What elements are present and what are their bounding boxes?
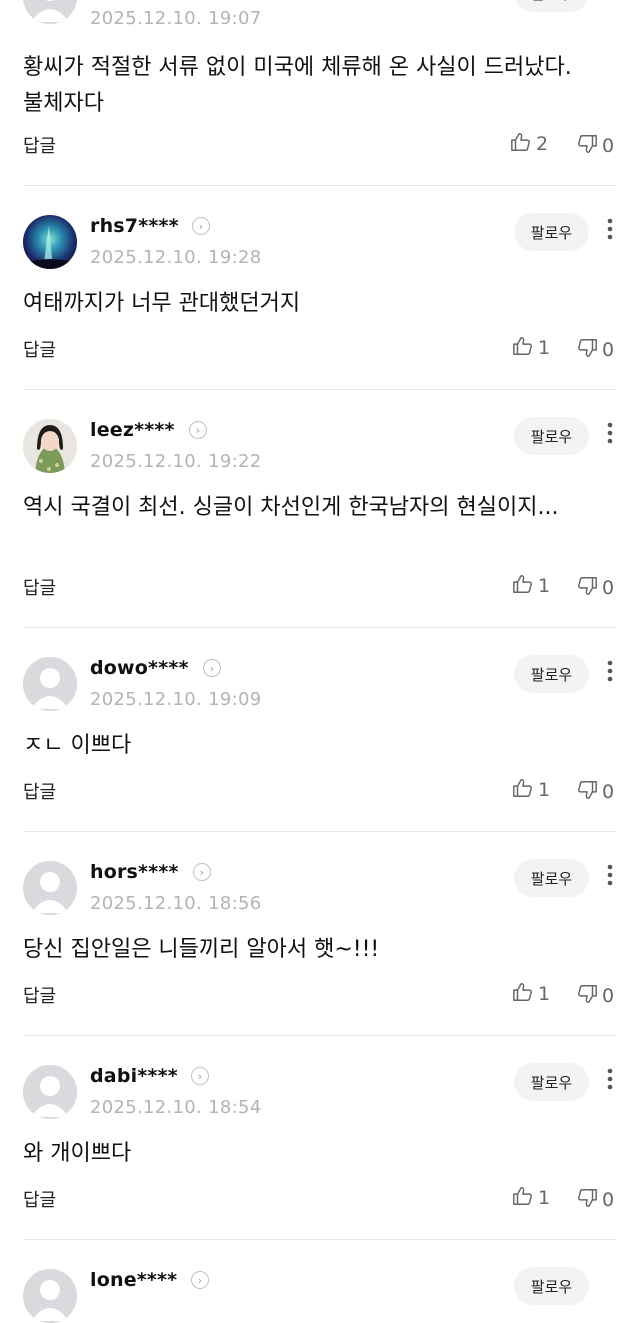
default-avatar[interactable] <box>23 657 77 711</box>
thumbs-down-icon <box>576 337 598 363</box>
follow-button[interactable]: 팔로우 <box>514 213 589 251</box>
comment-timestamp: 2025.12.10. 19:07 <box>90 8 262 29</box>
dislike-count: 0 <box>602 985 615 1007</box>
like-count: 1 <box>538 575 551 597</box>
comment-timestamp: 2025.12.10. 18:54 <box>90 1097 262 1118</box>
more-options-icon[interactable] <box>598 863 622 893</box>
comment-text: 와 개이쁘다 <box>23 1141 132 1166</box>
profile-arrow-icon[interactable]: › <box>191 1067 209 1085</box>
thumbs-down-icon <box>576 1187 598 1213</box>
comment-username[interactable]: lone**** <box>90 1269 177 1291</box>
dislike-count: 0 <box>602 781 615 803</box>
like-button[interactable]: 2 <box>510 131 548 157</box>
like-button[interactable]: 1 <box>512 1185 550 1211</box>
dislike-button[interactable]: 0 <box>576 133 614 159</box>
more-options-icon[interactable] <box>598 1067 622 1097</box>
comment-divider <box>23 1239 617 1240</box>
thumbs-down-icon <box>576 575 598 601</box>
profile-arrow-icon[interactable]: › <box>189 421 207 439</box>
comment-username[interactable]: hors**** <box>90 861 179 883</box>
dislike-button[interactable]: 0 <box>576 337 614 363</box>
reply-button[interactable]: 답글 <box>23 778 56 804</box>
dislike-button[interactable]: 0 <box>576 1187 614 1213</box>
more-options-icon[interactable] <box>598 659 622 689</box>
comment-username[interactable]: leez**** <box>90 419 175 441</box>
comment-divider <box>23 831 617 832</box>
comment-divider <box>23 389 617 390</box>
comment-timestamp: 2025.12.10. 19:22 <box>90 451 262 472</box>
more-options-icon[interactable] <box>598 421 622 451</box>
dislike-button[interactable]: 0 <box>576 983 614 1009</box>
reply-button[interactable]: 답글 <box>23 132 56 158</box>
comment-username[interactable]: dabi**** <box>90 1065 178 1087</box>
reply-button[interactable]: 답글 <box>23 982 56 1008</box>
person-photo-avatar[interactable] <box>23 419 77 473</box>
reply-button[interactable]: 답글 <box>23 574 56 600</box>
thumbs-up-icon <box>512 1185 534 1211</box>
dislike-count: 0 <box>602 135 615 157</box>
like-count: 1 <box>538 779 551 801</box>
comment-timestamp: 2025.12.10. 18:56 <box>90 893 262 914</box>
like-count: 1 <box>538 1187 551 1209</box>
comment-divider <box>23 627 617 628</box>
thumbs-down-icon <box>576 983 598 1009</box>
thumbs-up-icon <box>512 335 534 361</box>
like-button[interactable]: 1 <box>512 573 550 599</box>
follow-button[interactable]: 팔로우 <box>514 0 589 12</box>
default-avatar[interactable] <box>23 861 77 915</box>
comment-username[interactable]: dowo**** <box>90 657 189 679</box>
thumbs-down-icon <box>576 133 598 159</box>
default-avatar[interactable] <box>23 1269 77 1323</box>
like-count: 1 <box>538 983 551 1005</box>
thumbs-up-icon <box>512 777 534 803</box>
profile-arrow-icon[interactable]: › <box>193 863 211 881</box>
comment-text: ㅈㄴ 이쁘다 <box>23 733 132 758</box>
thumbs-up-icon <box>510 131 532 157</box>
dislike-button[interactable]: 0 <box>576 575 614 601</box>
like-button[interactable]: 1 <box>512 335 550 361</box>
like-button[interactable]: 1 <box>512 777 550 803</box>
dislike-count: 0 <box>602 339 615 361</box>
follow-button[interactable]: 팔로우 <box>514 655 589 693</box>
dislike-count: 0 <box>602 577 615 599</box>
more-options-icon[interactable] <box>598 217 622 247</box>
dislike-count: 0 <box>602 1189 615 1211</box>
follow-button[interactable]: 팔로우 <box>514 1267 589 1305</box>
like-count: 2 <box>536 133 549 155</box>
dislike-button[interactable]: 0 <box>576 779 614 805</box>
comment-divider <box>23 1035 617 1036</box>
comment-timestamp: 2025.12.10. 19:28 <box>90 247 262 268</box>
profile-arrow-icon[interactable]: › <box>203 659 221 677</box>
like-button[interactable]: 1 <box>512 981 550 1007</box>
like-count: 1 <box>538 337 551 359</box>
reply-button[interactable]: 답글 <box>23 336 56 362</box>
profile-arrow-icon[interactable]: › <box>191 1271 209 1289</box>
comment-text: 당신 집안일은 니들끼리 알아서 햇~!!! <box>23 937 380 962</box>
follow-button[interactable]: 팔로우 <box>514 859 589 897</box>
default-avatar[interactable] <box>23 0 77 24</box>
reply-button[interactable]: 답글 <box>23 1186 56 1212</box>
comment-text: 여태까지가 너무 관대했던거지 <box>23 291 301 316</box>
comment-username[interactable]: rhs7**** <box>90 215 179 237</box>
thumbs-up-icon <box>512 981 534 1007</box>
follow-button[interactable]: 팔로우 <box>514 417 589 455</box>
profile-arrow-icon[interactable]: › <box>192 217 210 235</box>
thumbs-down-icon <box>576 779 598 805</box>
comment-timestamp: 2025.12.10. 19:09 <box>90 689 262 710</box>
comment-text: 역시 국결이 최선. 싱글이 차선인게 한국남자의 현실이지... <box>23 495 559 520</box>
follow-button[interactable]: 팔로우 <box>514 1063 589 1101</box>
comment-text: 황씨가 적절한 서류 없이 미국에 체류해 온 사실이 드러났다. 불체자다 <box>23 55 572 116</box>
more-options-icon[interactable] <box>598 0 622 16</box>
comment-divider <box>23 185 617 186</box>
aurora-photo-avatar[interactable] <box>23 215 77 269</box>
thumbs-up-icon <box>512 573 534 599</box>
default-avatar[interactable] <box>23 1065 77 1119</box>
